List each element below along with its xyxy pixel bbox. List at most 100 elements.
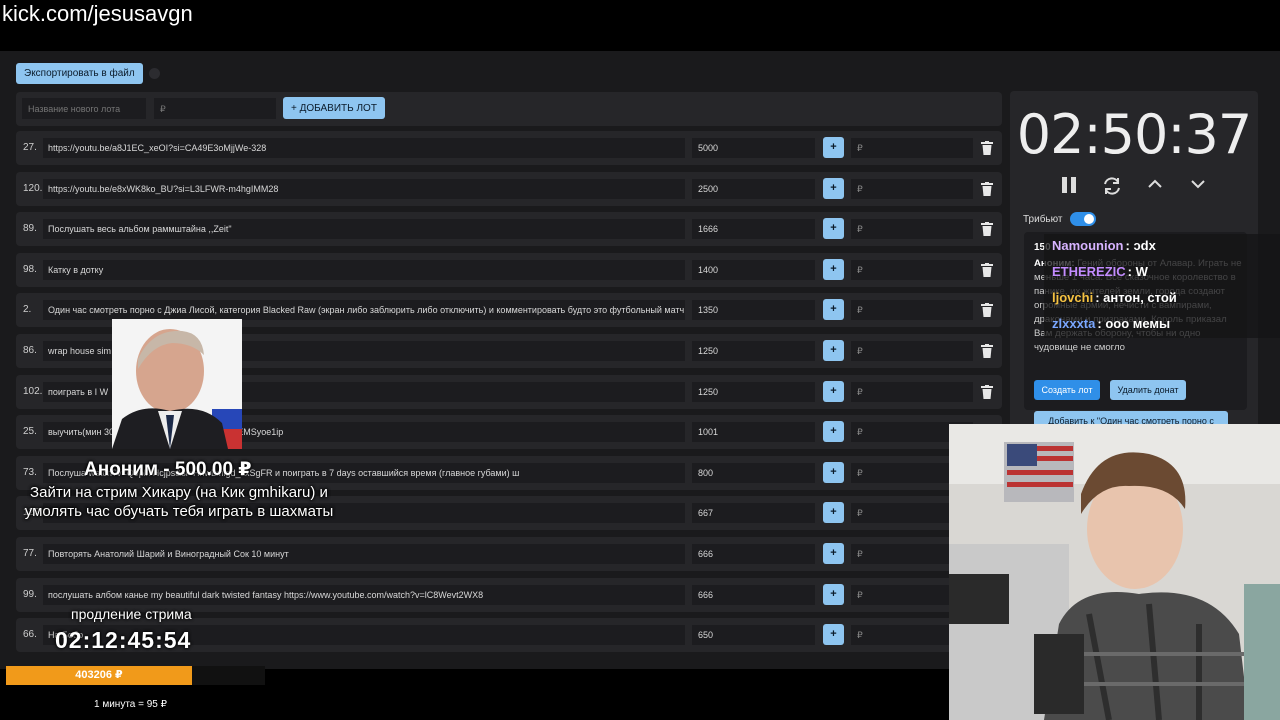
lot-number: 120. bbox=[23, 182, 43, 194]
lot-number: 99. bbox=[23, 588, 37, 600]
webcam-image bbox=[949, 424, 1280, 720]
delete-donation-button[interactable]: Удалить донат bbox=[1110, 380, 1186, 400]
chat-message: zlxxxta: ооо мемы bbox=[1044, 312, 1280, 338]
lot-add-button[interactable]: + bbox=[823, 137, 844, 158]
trash-icon[interactable] bbox=[981, 303, 993, 318]
chat-username: zlxxxta bbox=[1052, 316, 1096, 331]
lot-row: 77. Повторять Анатолий Шарий и Виноградны… bbox=[16, 536, 1002, 571]
lot-amount-field[interactable]: 666 bbox=[692, 543, 815, 564]
lot-number: 27. bbox=[23, 142, 37, 153]
lot-title-field[interactable]: Повторять Анатолий Шарий и Виноградный С… bbox=[43, 543, 685, 564]
lot-title-field[interactable]: Катку в дотку bbox=[43, 259, 685, 280]
lot-add-button[interactable]: + bbox=[823, 583, 844, 605]
lot-add-button[interactable]: + bbox=[823, 542, 844, 564]
lot-amount-field[interactable]: 800 bbox=[692, 462, 815, 483]
lot-title-field[interactable]: https://youtu.be/e8xWK8ko_BU?si=L3LFWR-m… bbox=[43, 178, 685, 199]
lot-amount-field[interactable]: 667 bbox=[692, 503, 815, 524]
lot-title-field[interactable]: Послушать весь альбом раммштайна ,,Zeit" bbox=[43, 219, 685, 240]
lot-add-button[interactable]: + bbox=[823, 339, 844, 361]
portrait-image bbox=[112, 319, 242, 449]
trash-icon[interactable] bbox=[981, 384, 993, 399]
lot-add-button[interactable]: + bbox=[823, 461, 844, 483]
lot-number: 66. bbox=[23, 629, 37, 641]
new-lot-price-input[interactable] bbox=[154, 98, 276, 119]
chevron-up-icon[interactable] bbox=[1147, 176, 1163, 192]
lot-amount-field[interactable]: 666 bbox=[692, 584, 815, 605]
lot-number: 77. bbox=[23, 547, 37, 559]
chat-text: : W bbox=[1127, 264, 1148, 279]
lot-row: 89. Послушать весь альбом раммштайна ,,Ze… bbox=[16, 212, 1002, 247]
lot-amount-field[interactable]: 1350 bbox=[692, 300, 815, 321]
extension-timer: 02:12:45:54 bbox=[55, 627, 192, 653]
new-lot-name-input[interactable] bbox=[22, 98, 146, 119]
lot-row: 120. https://youtu.be/e8xWK8ko_BU?si=L3LF… bbox=[16, 171, 1002, 206]
webcam-feed bbox=[949, 424, 1280, 720]
lot-price-input[interactable]: ₽ bbox=[851, 138, 973, 158]
lot-amount-field[interactable]: 650 bbox=[692, 625, 815, 646]
lot-number: 98. bbox=[23, 263, 37, 275]
chat-text: : антон, стой bbox=[1095, 290, 1177, 305]
lot-amount-field[interactable]: 1666 bbox=[692, 219, 815, 240]
add-lot-button[interactable]: + ДОБАВИТЬ ЛОТ bbox=[283, 97, 385, 119]
lot-add-button[interactable]: + bbox=[823, 177, 844, 199]
extension-label: продление стрима bbox=[71, 606, 192, 622]
pause-icon[interactable] bbox=[1060, 176, 1078, 194]
lot-price-input[interactable]: ₽ bbox=[851, 381, 973, 402]
lot-amount-field[interactable]: 2500 bbox=[692, 178, 815, 199]
lot-add-button[interactable]: + bbox=[823, 421, 844, 443]
lot-title-field[interactable]: послушать албом канье my beautiful dark … bbox=[43, 584, 685, 605]
chat-message: ETHEREZIC: W bbox=[1044, 260, 1280, 286]
tribute-toggle[interactable] bbox=[1070, 212, 1096, 226]
lot-price-input[interactable]: ₽ bbox=[851, 178, 973, 199]
lot-row: 27. https://youtu.be/a8J1EC_xeOI?si=CA49E… bbox=[16, 131, 1002, 165]
lot-number: 102. bbox=[23, 385, 43, 397]
trash-icon[interactable] bbox=[981, 181, 993, 196]
refresh-icon[interactable] bbox=[1101, 176, 1123, 196]
chat-username: ETHEREZIC bbox=[1052, 264, 1126, 279]
status-dot bbox=[149, 68, 160, 79]
lot-amount-field[interactable]: 1250 bbox=[692, 340, 815, 361]
lot-add-button[interactable]: + bbox=[823, 624, 844, 646]
create-lot-button[interactable]: Создать лот bbox=[1034, 380, 1100, 400]
lot-add-button[interactable]: + bbox=[823, 218, 844, 240]
lot-price-input[interactable]: ₽ bbox=[851, 340, 973, 361]
lot-add-button[interactable]: + bbox=[823, 380, 844, 402]
trash-icon[interactable] bbox=[981, 222, 993, 237]
url-text: kick.com/jesusavgn bbox=[2, 1, 193, 26]
lot-title-field[interactable]: https://youtu.be/a8J1EC_xeOI?si=CA49E3oM… bbox=[43, 138, 685, 158]
lot-amount-field[interactable]: 1250 bbox=[692, 381, 815, 402]
lot-row: 98. Катку в дотку 1400 + ₽ bbox=[16, 252, 1002, 287]
lot-number: 86. bbox=[23, 344, 37, 356]
donation-overlay-message: Зайти на стрим Хикару (на Кик gmhikaru) … bbox=[24, 484, 334, 520]
lot-amount-field[interactable]: 1001 bbox=[692, 422, 815, 443]
lot-number: 25. bbox=[23, 426, 37, 438]
progress-label: 403206 ₽ bbox=[75, 669, 123, 681]
lot-amount-field[interactable]: 1400 bbox=[692, 259, 815, 280]
lot-price-input[interactable]: ₽ bbox=[851, 300, 973, 321]
rate-text: 1 минута = 95 ₽ bbox=[94, 699, 168, 710]
export-button[interactable]: Экспортировать в файл bbox=[16, 63, 143, 84]
donation-avatar-image bbox=[112, 319, 242, 449]
lot-price-input[interactable]: ₽ bbox=[851, 219, 973, 240]
donation-overlay-name: Аноним - 500.00 ₽ bbox=[84, 459, 252, 480]
chat-message: ljovchi: антон, стой bbox=[1044, 286, 1280, 312]
donation-progress-bar: 403206 ₽ bbox=[6, 666, 265, 685]
lot-add-button[interactable]: + bbox=[823, 299, 844, 321]
lot-title-field[interactable]: Один час смотреть порно с Джиа Лисой, ка… bbox=[43, 300, 685, 321]
lot-add-button[interactable]: + bbox=[823, 258, 844, 280]
chat-username: ljovchi bbox=[1052, 290, 1094, 305]
lot-add-button[interactable]: + bbox=[823, 502, 844, 524]
trash-icon[interactable] bbox=[981, 262, 993, 277]
chat-username: Namounion bbox=[1052, 238, 1124, 253]
lot-amount-field[interactable]: 5000 bbox=[692, 138, 815, 158]
chevron-down-icon[interactable] bbox=[1190, 176, 1206, 192]
lot-price-input[interactable]: ₽ bbox=[851, 259, 973, 280]
chat-text: : ооо мемы bbox=[1097, 316, 1171, 331]
chat-message: Namounion: ͻdx bbox=[1044, 234, 1280, 260]
auction-timer: 02:50:37 bbox=[1016, 103, 1253, 166]
tribute-label: Трибьют bbox=[1023, 214, 1063, 225]
trash-icon[interactable] bbox=[981, 343, 993, 358]
trash-icon[interactable] bbox=[981, 141, 993, 155]
lot-number: 89. bbox=[23, 223, 37, 235]
chat-overlay: Namounion: ͻdx ETHEREZIC: Wljovchi: антон… bbox=[1044, 234, 1280, 338]
